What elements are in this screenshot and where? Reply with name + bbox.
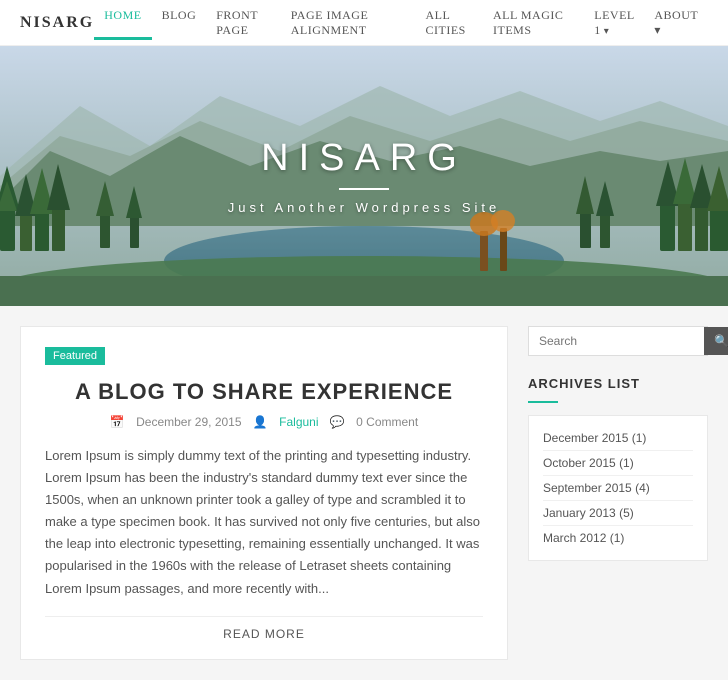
archive-count-0: (1) — [632, 431, 647, 445]
archive-link-4[interactable]: March 2012 (1) — [543, 531, 624, 545]
nav-item-home[interactable]: HOME — [94, 0, 151, 52]
archive-link-0[interactable]: December 2015 (1) — [543, 431, 646, 445]
main-wrapper: Featured A BLOG TO SHARE EXPERIENCE 📅 De… — [0, 306, 728, 680]
nav-item-level1[interactable]: LEVEL 1 — [584, 0, 644, 52]
archive-label-3: January 2013 — [543, 506, 616, 520]
nav-link-frontpage[interactable]: FRONT PAGE — [206, 0, 280, 52]
archive-count-4: (1) — [610, 531, 625, 545]
post-meta: 📅 December 29, 2015 👤 Falguni 💬 0 Commen… — [45, 415, 483, 429]
archive-label-1: October 2015 — [543, 456, 616, 470]
content-area: Featured A BLOG TO SHARE EXPERIENCE 📅 De… — [20, 326, 508, 660]
nav-link-home[interactable]: HOME — [94, 0, 151, 40]
post-comments: 0 Comment — [356, 415, 418, 429]
archive-label-0: December 2015 — [543, 431, 628, 445]
read-more-button[interactable]: READ MORE — [223, 627, 305, 641]
archive-count-1: (1) — [619, 456, 634, 470]
main-nav: HOME BLOG FRONT PAGE PAGE IMAGE ALIGNMEN… — [94, 0, 708, 52]
archive-label-2: September 2015 — [543, 481, 632, 495]
archive-link-2[interactable]: September 2015 (4) — [543, 481, 650, 495]
nav-link-allmagic[interactable]: ALL MAGIC ITEMS — [483, 0, 584, 52]
featured-badge: Featured — [45, 347, 105, 365]
archive-item-1[interactable]: October 2015 (1) — [543, 451, 693, 476]
archive-item-4[interactable]: March 2012 (1) — [543, 526, 693, 550]
nav-menu: HOME BLOG FRONT PAGE PAGE IMAGE ALIGNMEN… — [94, 0, 708, 52]
hero-divider — [339, 188, 389, 190]
hero-subtitle: Just Another Wordpress Site — [228, 200, 501, 215]
hero-title: NISARG — [228, 137, 501, 180]
archive-label-4: March 2012 — [543, 531, 606, 545]
search-input[interactable] — [529, 327, 704, 355]
archive-count-3: (5) — [619, 506, 634, 520]
archive-link-3[interactable]: January 2013 (5) — [543, 506, 634, 520]
archives-widget: ARCHIVES LIST December 2015 (1) October … — [528, 376, 708, 561]
archives-list: December 2015 (1) October 2015 (1) Septe… — [528, 415, 708, 561]
post-card: Featured A BLOG TO SHARE EXPERIENCE 📅 De… — [20, 326, 508, 660]
hero-section: NISARG Just Another Wordpress Site — [0, 46, 728, 306]
nav-link-level1[interactable]: LEVEL 1 — [584, 0, 644, 52]
search-widget: 🔍 — [528, 326, 708, 356]
hero-content: NISARG Just Another Wordpress Site — [228, 137, 501, 215]
comment-icon: 💬 — [330, 415, 345, 429]
post-excerpt: Lorem Ipsum is simply dummy text of the … — [45, 445, 483, 600]
nav-link-about[interactable]: ABOUT ▾ — [644, 0, 708, 52]
nav-link-allcities[interactable]: ALL CITIES — [416, 0, 483, 52]
nav-link-pageimage[interactable]: PAGE IMAGE ALIGNMENT — [281, 0, 416, 52]
author-icon: 👤 — [253, 415, 268, 429]
calendar-icon: 📅 — [110, 415, 125, 429]
archive-item-0[interactable]: December 2015 (1) — [543, 426, 693, 451]
nav-item-allcities[interactable]: ALL CITIES — [416, 0, 483, 52]
archive-link-1[interactable]: October 2015 (1) — [543, 456, 634, 470]
nav-item-allmagic[interactable]: ALL MAGIC ITEMS — [483, 0, 584, 52]
search-icon: 🔍 — [714, 334, 728, 348]
site-header: NISARG HOME BLOG FRONT PAGE PAGE IMAGE A… — [0, 0, 728, 46]
post-author: Falguni — [279, 415, 318, 429]
archives-title-underline — [528, 401, 558, 403]
nav-item-blog[interactable]: BLOG — [152, 0, 207, 52]
sidebar: 🔍 ARCHIVES LIST December 2015 (1) Octobe… — [528, 326, 708, 660]
nav-item-pageimage[interactable]: PAGE IMAGE ALIGNMENT — [281, 0, 416, 52]
archive-item-2[interactable]: September 2015 (4) — [543, 476, 693, 501]
nav-item-frontpage[interactable]: FRONT PAGE — [206, 0, 280, 52]
read-more-wrap: READ MORE — [45, 616, 483, 643]
archives-title: ARCHIVES LIST — [528, 376, 708, 391]
site-logo: NISARG — [20, 14, 94, 32]
post-date: December 29, 2015 — [136, 415, 241, 429]
archive-count-2: (4) — [635, 481, 650, 495]
nav-link-blog[interactable]: BLOG — [152, 0, 207, 37]
post-title: A BLOG TO SHARE EXPERIENCE — [45, 379, 483, 405]
archive-item-3[interactable]: January 2013 (5) — [543, 501, 693, 526]
nav-item-about[interactable]: ABOUT ▾ — [644, 0, 708, 52]
search-button[interactable]: 🔍 — [704, 327, 728, 355]
